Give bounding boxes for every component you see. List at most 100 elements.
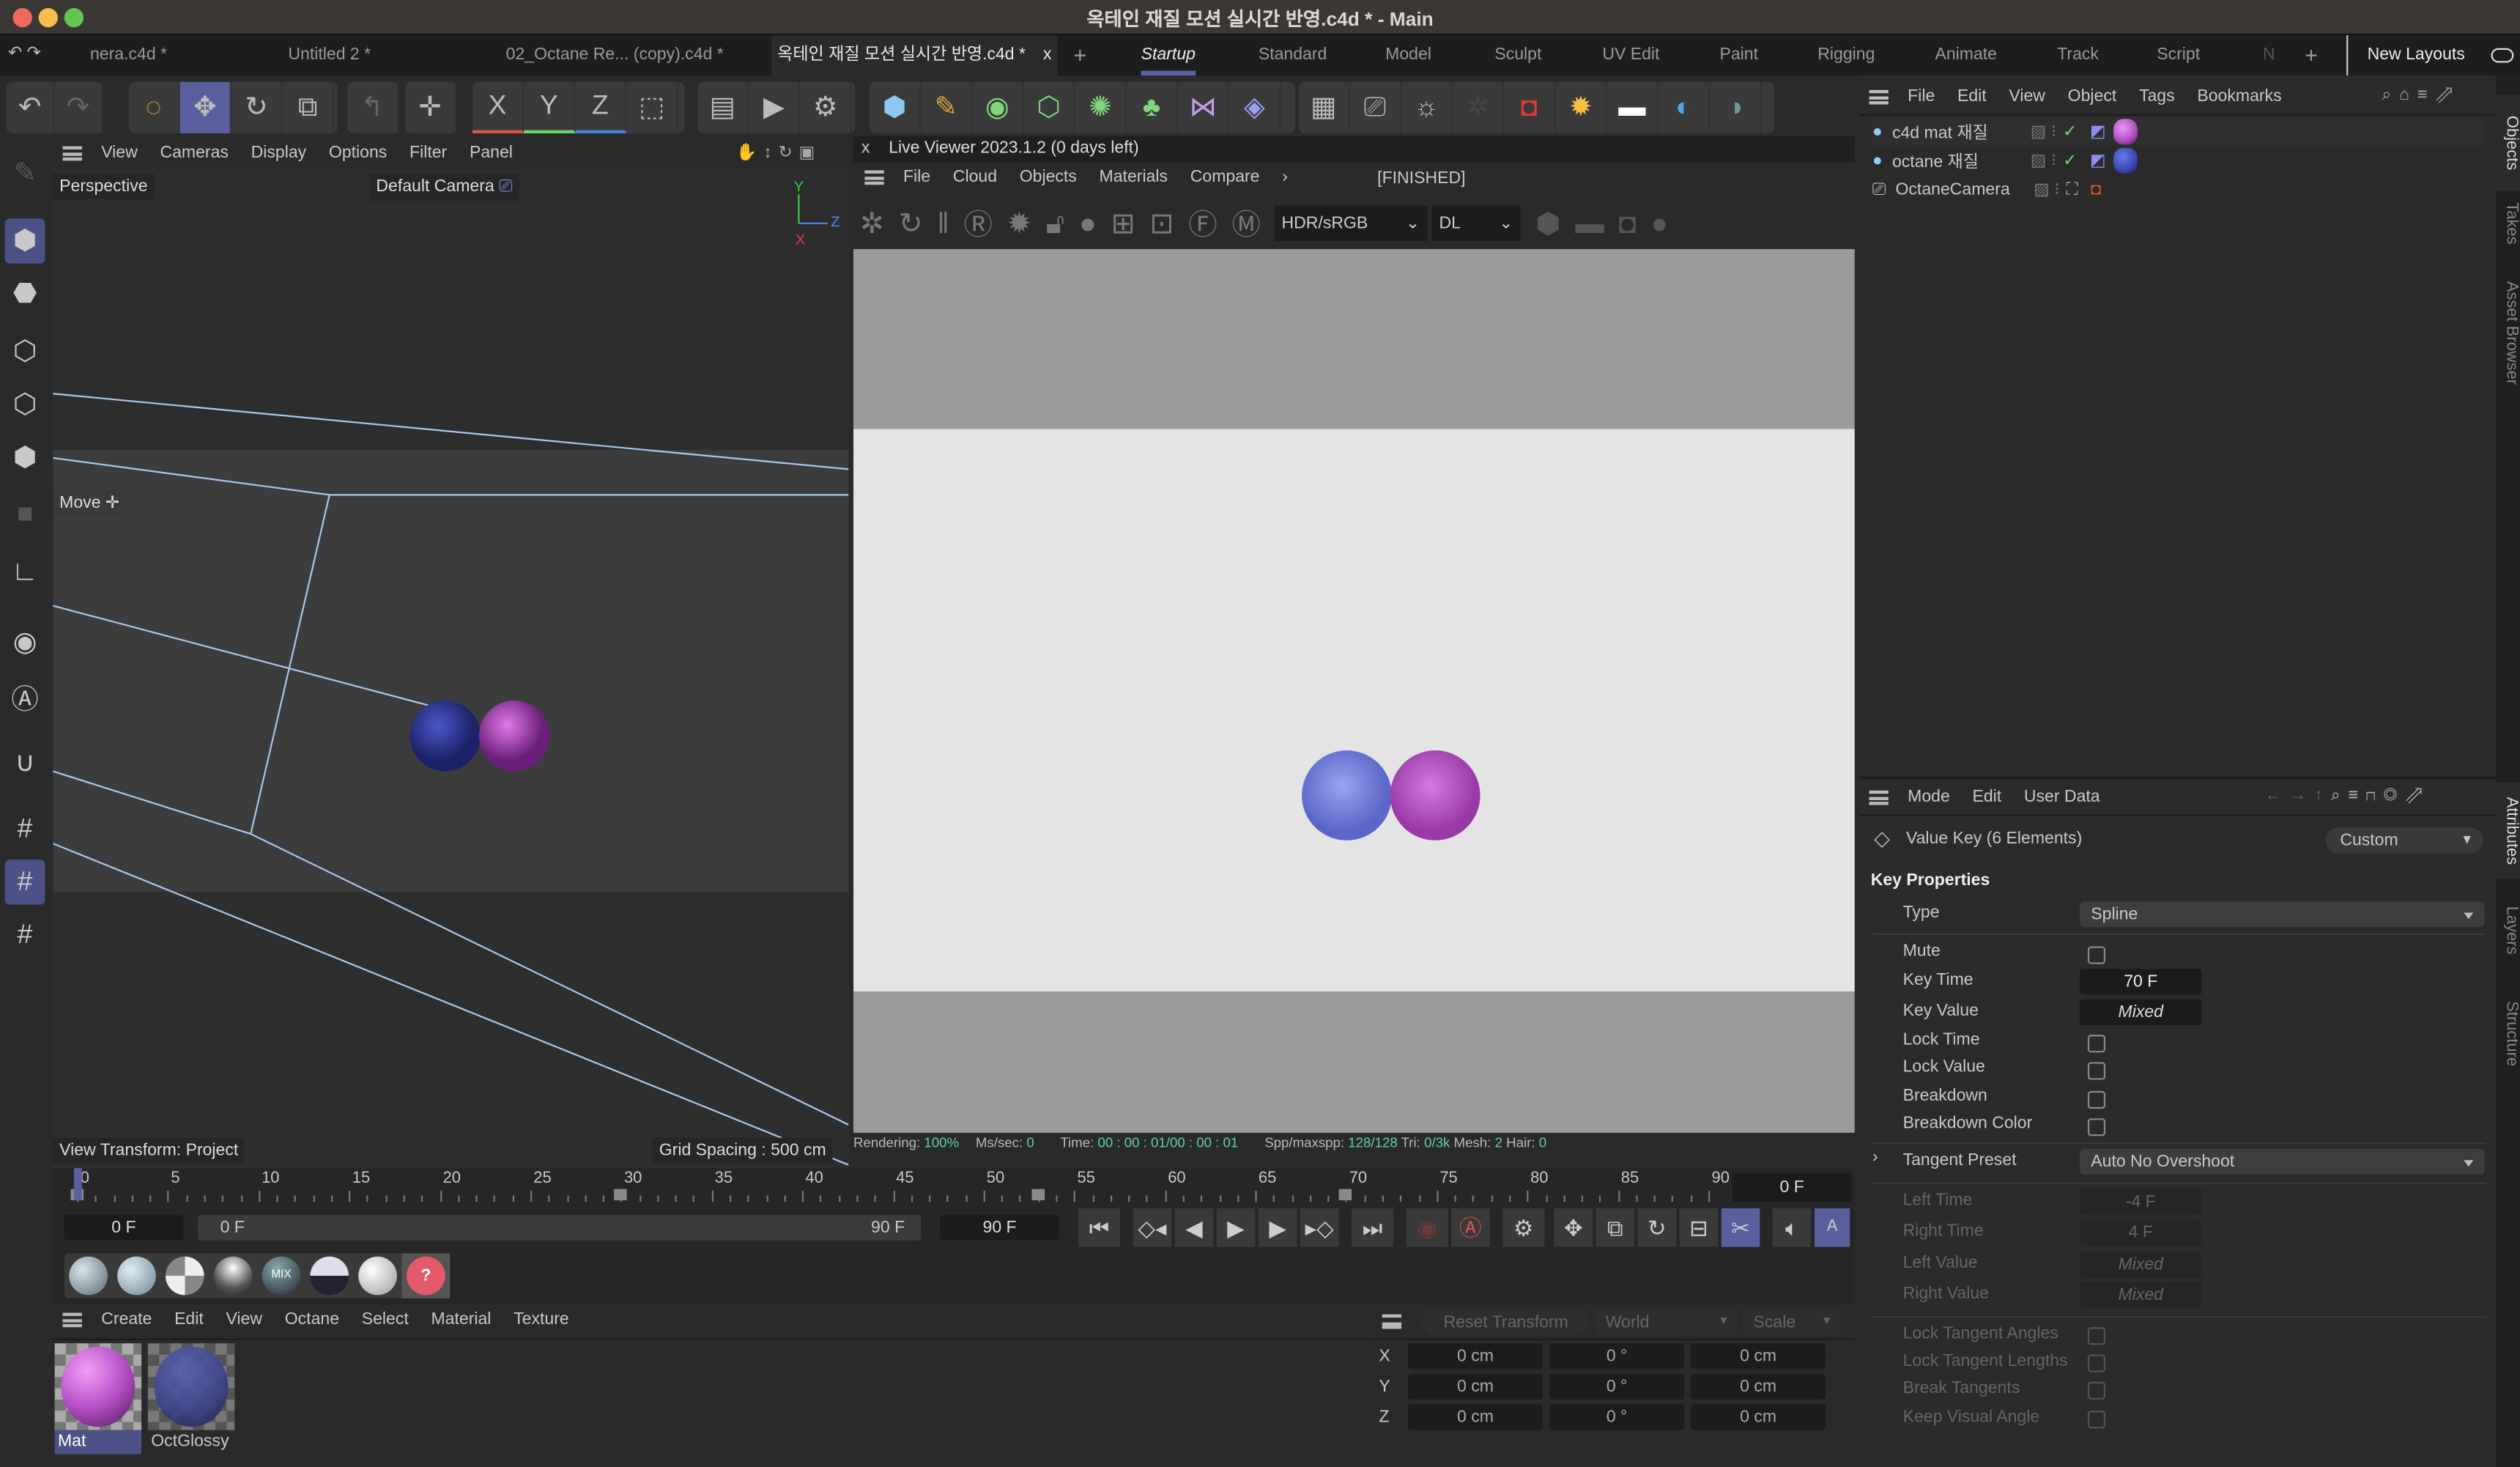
right-value-field[interactable]: Mixed [2079, 1282, 2202, 1308]
mute-checkbox[interactable] [2087, 946, 2106, 964]
octane-logo-icon[interactable]: ✲ [860, 207, 884, 240]
material-item[interactable]: Mat [54, 1343, 142, 1467]
reset-transform-button[interactable]: Reset Transform [1422, 1309, 1590, 1336]
side-tab-structure[interactable]: Structure [2496, 985, 2520, 1082]
prev-key-icon[interactable]: ◇◂ [1133, 1208, 1172, 1247]
mm-menu-octane[interactable]: Octane [285, 1309, 339, 1329]
obj-menu-view[interactable]: View [2009, 86, 2045, 106]
menu-cameras[interactable]: Cameras [160, 143, 228, 162]
right-time-field[interactable]: 4 F [2079, 1219, 2202, 1246]
viewport-navigation-icons[interactable]: ✋↕↻▣ [736, 141, 821, 162]
objects-toolbar-icons[interactable]: ⌕⌂≡⇗ [2382, 85, 2460, 106]
auto-keying-icon[interactable]: Ⓐ [5, 673, 45, 718]
keyframe-marker[interactable] [1031, 1189, 1045, 1201]
mm-menu-select[interactable]: Select [362, 1309, 409, 1329]
solo-icon[interactable]: ◉ [5, 620, 45, 665]
side-tab-attributes[interactable]: Attributes [2496, 782, 2520, 879]
octane-area-light-icon[interactable]: ▬ [1607, 81, 1659, 134]
auto-key-icon[interactable]: Ⓐ [1451, 1208, 1490, 1247]
undo-icon[interactable]: ↶ [7, 81, 55, 134]
material-item[interactable]: OctGlossy [147, 1343, 235, 1467]
position-y-field[interactable]: 0 cm [1407, 1373, 1544, 1400]
side-tab-asset-browser[interactable]: Asset Browser [2496, 268, 2520, 396]
obj-menu-object[interactable]: Object [2068, 86, 2117, 106]
mesh-icon[interactable]: ▬ [1575, 207, 1604, 240]
start-frame-field[interactable]: 0 F [64, 1214, 184, 1241]
glossy-material-button[interactable] [113, 1253, 161, 1298]
menu-filter[interactable]: Filter [410, 143, 447, 162]
type-dropdown[interactable]: Spline [2079, 901, 2485, 928]
blue-sphere[interactable] [410, 701, 481, 772]
3d-viewport[interactable]: Y Z X Perspective Default Camera ⎚ Move … [53, 169, 849, 1169]
rotate-icon[interactable]: ↻ [231, 81, 284, 134]
attr-menu-mode[interactable]: Mode [1908, 787, 1950, 806]
layout-tab-startup[interactable]: Startup [1141, 35, 1196, 76]
axis-move-icon[interactable]: ✛ [405, 81, 457, 134]
preview-range-slider[interactable]: 0 F 90 F [197, 1214, 922, 1241]
x-axis-lock[interactable]: X [472, 81, 525, 134]
menu-icon[interactable] [1382, 1314, 1402, 1329]
menu-icon[interactable] [864, 169, 884, 185]
pen-spline-icon[interactable]: ✎ [921, 81, 973, 134]
camera-icon[interactable]: ⎚ [1350, 81, 1402, 134]
key-scale-icon[interactable]: ⧉ [1596, 1208, 1635, 1247]
lv-menu-cloud[interactable]: Cloud [953, 167, 997, 186]
enabled-check-icon[interactable]: ✓ [2063, 151, 2077, 170]
deformer-icon[interactable]: ⋈ [1178, 81, 1230, 134]
model-mode-icon[interactable]: ⬢ [4, 218, 45, 264]
snap-enable-icon[interactable]: # [4, 860, 45, 905]
coordinate-system-icon[interactable]: ⬚ [627, 81, 678, 134]
snap-icon[interactable]: # [5, 807, 45, 851]
target-icon[interactable]: ⛶ [2066, 179, 2078, 200]
keyframe-marker[interactable] [1339, 1189, 1353, 1201]
mm-menu-edit[interactable]: Edit [174, 1309, 204, 1329]
region-render-icon[interactable]: Ⓡ [964, 202, 993, 244]
object-name[interactable]: OctaneCamera [1895, 180, 2024, 199]
obj-menu-edit[interactable]: Edit [1957, 86, 1987, 106]
scale-icon[interactable]: ⧉ [283, 81, 335, 134]
make-editable-icon[interactable]: ✎ [5, 151, 45, 196]
doc-tab-active[interactable]: 옥테인 재질 모션 실시간 반영.c4d * x [771, 35, 1058, 76]
attr-nav-icons[interactable]: ←→↑⌕≡⊓◎⇗ [2264, 786, 2430, 807]
octane-environment-icon[interactable]: ◐ [1659, 81, 1711, 134]
menu-icon[interactable] [62, 1312, 82, 1327]
move-icon[interactable]: ✥ [179, 81, 231, 134]
animation-layer-icon[interactable]: A [1814, 1208, 1850, 1247]
redo-icon[interactable]: ↷ [55, 81, 103, 134]
octane-hdri-icon[interactable]: ◑ [1710, 81, 1762, 134]
z-axis-lock[interactable]: Z [575, 81, 627, 134]
menu-icon[interactable] [62, 145, 82, 160]
current-frame-field[interactable]: 0 F [1732, 1172, 1852, 1202]
octane-daylight-icon[interactable]: ✹ [1556, 81, 1607, 134]
left-value-field[interactable]: Mixed [2079, 1252, 2202, 1278]
side-tab-objects[interactable]: Objects [2496, 95, 2520, 191]
playhead[interactable] [73, 1168, 82, 1201]
menu-options[interactable]: Options [329, 143, 387, 162]
end-frame-field[interactable]: 90 F [940, 1214, 1059, 1241]
octane-camera-icon[interactable]: ◘ [1504, 81, 1556, 134]
breakdown-color-checkbox[interactable] [2087, 1118, 2106, 1137]
lock-time-checkbox[interactable] [2087, 1035, 2106, 1053]
layout-tab-script[interactable]: Script [2157, 35, 2200, 75]
menu-display[interactable]: Display [251, 143, 307, 162]
side-tab-takes[interactable]: Takes [2496, 191, 2520, 256]
viewport-camera-label[interactable]: Default Camera ⎚ [369, 173, 519, 202]
viewport-projection-label[interactable]: Perspective [53, 173, 155, 199]
position-x-field[interactable]: 0 cm [1407, 1343, 1544, 1370]
phong-tag-icon[interactable]: ◩ [2090, 122, 2106, 141]
layout-tab-animate[interactable]: Animate [1935, 35, 1997, 75]
timeline-ruler[interactable]: 0 5 10 15 20 25 30 35 40 45 50 55 60 65 70 75 80 85 90 [70, 1168, 1730, 1203]
mm-menu-material[interactable]: Material [431, 1309, 491, 1329]
record-icon[interactable]: ◉ [1406, 1208, 1448, 1247]
doc-tab[interactable]: 02_Octane Re... (copy).c4d * [482, 35, 747, 75]
film-region-icon[interactable]: ⊡ [1149, 207, 1174, 240]
transform-icon[interactable]: ↰ [347, 81, 399, 134]
uv-mode-icon[interactable]: ■ [5, 492, 45, 536]
menu-panel[interactable]: Panel [470, 143, 513, 162]
attr-menu-edit[interactable]: Edit [1972, 787, 2001, 806]
lv-menu-materials[interactable]: Materials [1100, 167, 1168, 186]
keep-visual-angle-checkbox[interactable] [2087, 1411, 2106, 1429]
visibility-dots[interactable]: ▨ ⁝ [2031, 122, 2057, 141]
sphere-icon[interactable]: ● [1650, 207, 1668, 240]
restart-render-icon[interactable]: ↻ [899, 207, 923, 240]
